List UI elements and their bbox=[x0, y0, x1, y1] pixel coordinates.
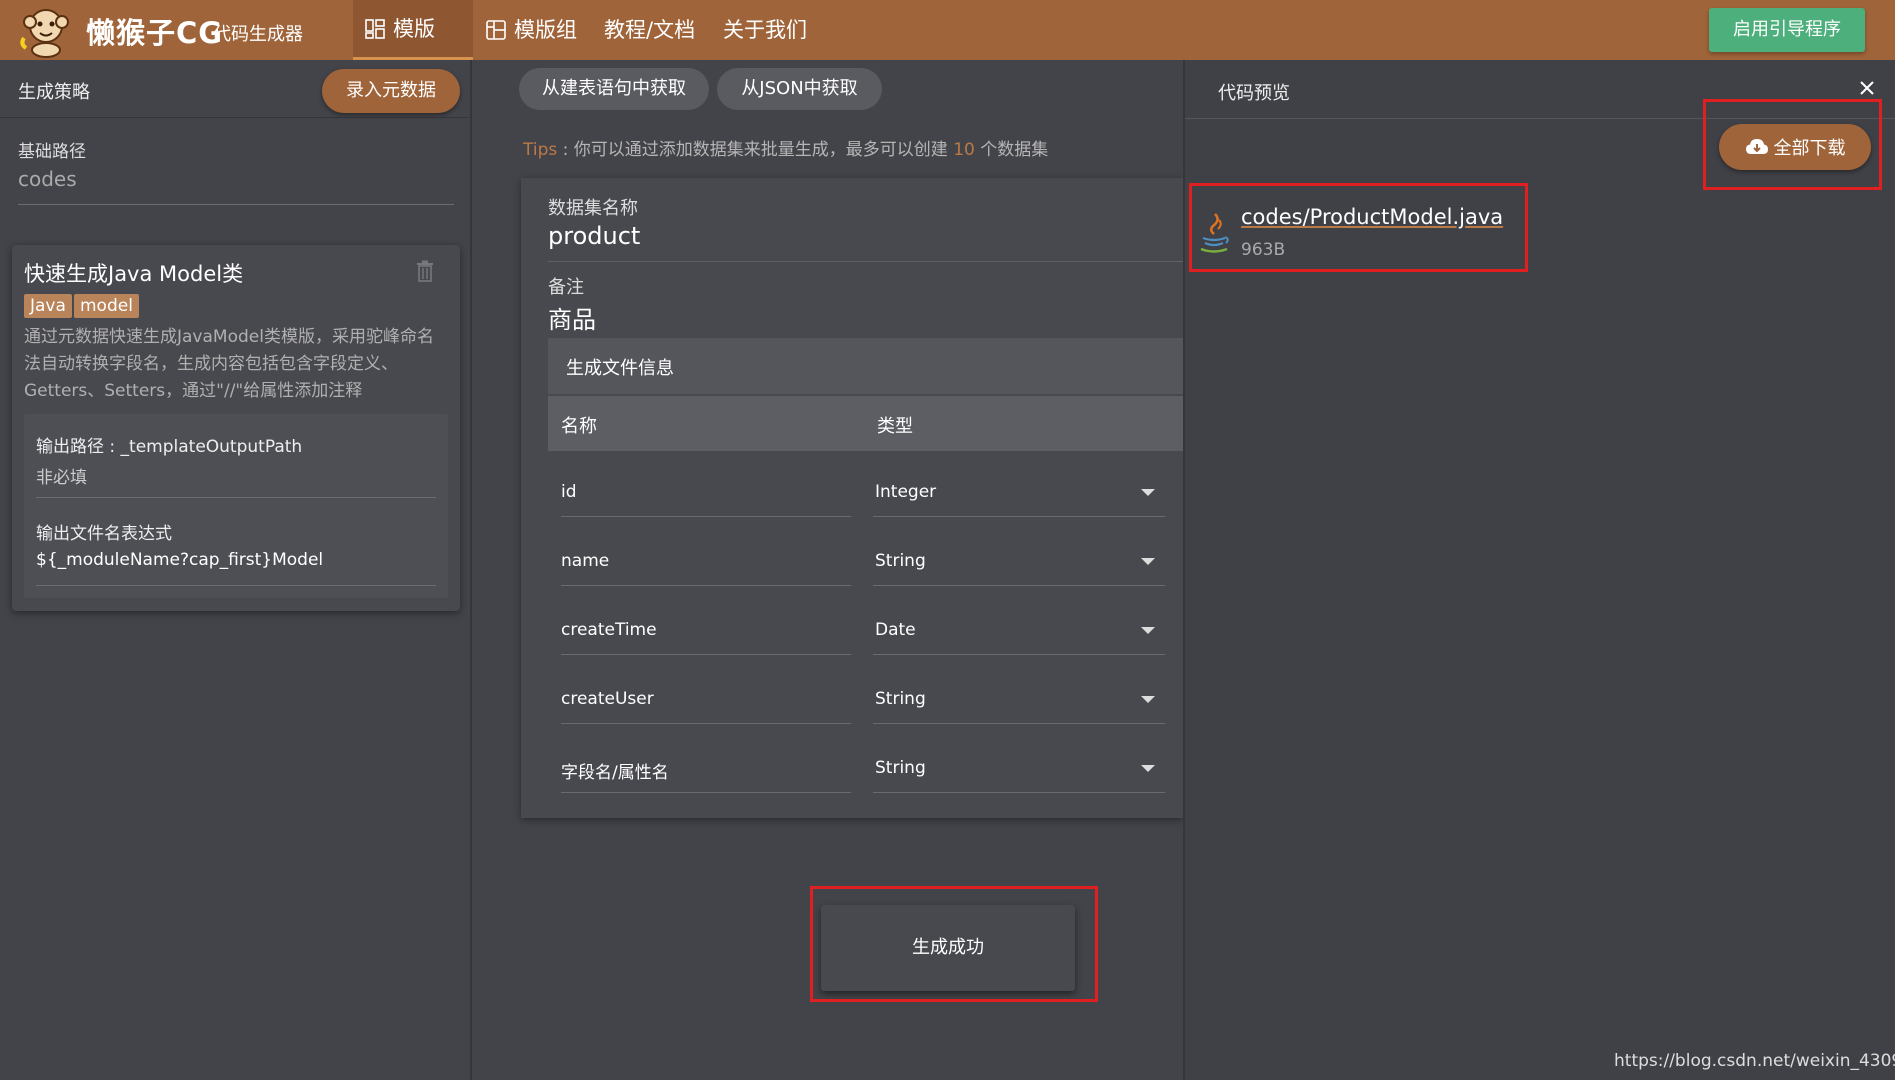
field-type-select[interactable]: String bbox=[875, 758, 926, 778]
field-name-underline bbox=[561, 792, 851, 793]
field-name-underline bbox=[561, 723, 851, 724]
column-header-type: 类型 bbox=[877, 416, 913, 437]
brand-subtitle: 代码生成器 bbox=[213, 24, 303, 45]
chevron-down-icon[interactable] bbox=[1141, 765, 1155, 772]
from-json-button[interactable]: 从JSON中获取 bbox=[717, 68, 882, 110]
field-name-input[interactable]: createUser bbox=[561, 689, 654, 709]
trash-icon[interactable] bbox=[415, 260, 435, 282]
tips-text: Tips : 你可以通过添加数据集来批量生成，最多可以创建 10 个数据集 bbox=[523, 135, 1048, 160]
output-filename-value[interactable]: ${_moduleName?cap_first}Model bbox=[36, 550, 323, 570]
field-type-underline bbox=[873, 516, 1165, 517]
field-type-underline bbox=[873, 654, 1165, 655]
field-type-underline bbox=[873, 723, 1165, 724]
highlight-download-box bbox=[1703, 99, 1882, 190]
field-name-input[interactable]: createTime bbox=[561, 620, 657, 640]
dataset-name-input[interactable]: product bbox=[548, 222, 640, 250]
field-name-underline bbox=[561, 585, 851, 586]
tips-body: : 你可以通过添加数据集来批量生成，最多可以创建 bbox=[557, 140, 954, 160]
field-type-select[interactable]: Integer bbox=[875, 482, 936, 502]
monkey-logo-icon bbox=[20, 9, 69, 58]
field-name-underline bbox=[561, 516, 851, 517]
template-description: 通过元数据快速生成JavaModel类模版，采用驼峰命名法自动转换字段名，生成内… bbox=[24, 327, 434, 401]
field-type-select[interactable]: String bbox=[875, 551, 926, 571]
file-info-label: 生成文件信息 bbox=[566, 358, 674, 379]
layout-icon bbox=[486, 20, 506, 40]
nav-template-groups-label: 模版组 bbox=[514, 18, 577, 42]
strategy-title: 生成策略 bbox=[18, 82, 90, 103]
base-path-input[interactable]: codes bbox=[18, 167, 77, 191]
watermark-url: https://blog.csdn.net/weixin_43090140 bbox=[1614, 1051, 1895, 1071]
from-sql-button[interactable]: 从建表语句中获取 bbox=[519, 68, 709, 110]
nav-docs[interactable]: 教程/文档 bbox=[604, 0, 695, 60]
nav-templates[interactable]: 模版 bbox=[353, 0, 473, 60]
chevron-down-icon[interactable] bbox=[1141, 627, 1155, 634]
tips-count: 10 bbox=[953, 140, 975, 160]
field-type-select[interactable]: String bbox=[875, 689, 926, 709]
highlight-file-box bbox=[1189, 183, 1528, 272]
note-label: 备注 bbox=[548, 277, 584, 298]
output-filename-underline bbox=[36, 585, 436, 586]
field-type-underline bbox=[873, 585, 1165, 586]
nav-template-groups[interactable]: 模版组 bbox=[486, 0, 577, 60]
output-path-label: 输出路径 : _templateOutputPath bbox=[36, 437, 303, 457]
chevron-down-icon[interactable] bbox=[1141, 489, 1155, 496]
grid-icon bbox=[365, 18, 385, 39]
nav-templates-label: 模版 bbox=[393, 16, 435, 41]
fields-table-header bbox=[548, 396, 1183, 451]
field-name-input[interactable]: 字段名/属性名 bbox=[561, 758, 669, 783]
enable-guide-button[interactable]: 启用引导程序 bbox=[1709, 8, 1865, 52]
output-path-underline bbox=[36, 497, 436, 498]
chevron-down-icon[interactable] bbox=[1141, 696, 1155, 703]
close-icon[interactable] bbox=[1858, 79, 1876, 97]
field-name-input[interactable]: name bbox=[561, 551, 609, 571]
nav-about[interactable]: 关于我们 bbox=[723, 0, 807, 60]
dataset-name-underline bbox=[548, 261, 1183, 262]
output-path-value[interactable]: 非必填 bbox=[36, 463, 87, 488]
import-metadata-button[interactable]: 录入元数据 bbox=[322, 69, 460, 113]
highlight-success-box bbox=[810, 886, 1098, 1002]
output-filename-label: 输出文件名表达式 bbox=[36, 524, 172, 544]
note-input[interactable]: 商品 bbox=[548, 300, 596, 335]
code-preview-title: 代码预览 bbox=[1218, 83, 1290, 104]
tag-java: Java bbox=[24, 294, 72, 318]
brand-name: 懒猴子CG bbox=[86, 16, 224, 50]
base-path-underline bbox=[18, 204, 454, 205]
field-type-underline bbox=[873, 792, 1165, 793]
template-title: 快速生成Java Model类 bbox=[24, 262, 244, 286]
tips-prefix: Tips bbox=[523, 140, 558, 160]
base-path-label: 基础路径 bbox=[18, 142, 86, 162]
tag-model: model bbox=[74, 294, 139, 318]
tips-suffix: 个数据集 bbox=[974, 140, 1049, 160]
field-type-select[interactable]: Date bbox=[875, 620, 916, 640]
dataset-card bbox=[521, 178, 1183, 818]
field-name-underline bbox=[561, 654, 851, 655]
column-header-name: 名称 bbox=[561, 416, 597, 437]
field-name-input[interactable]: id bbox=[561, 482, 577, 502]
dataset-name-label: 数据集名称 bbox=[548, 198, 638, 219]
chevron-down-icon[interactable] bbox=[1141, 558, 1155, 565]
